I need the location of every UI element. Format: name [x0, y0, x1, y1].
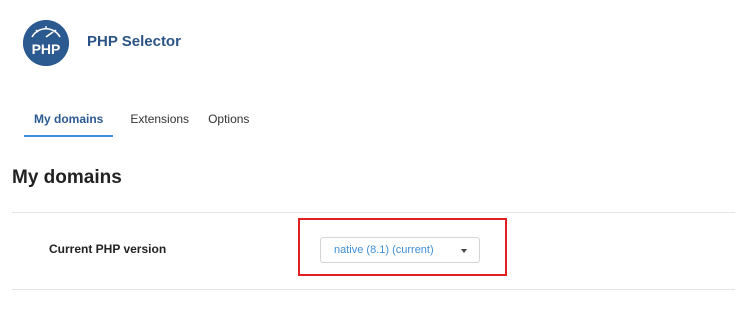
divider	[12, 289, 735, 290]
tab-my-domains[interactable]: My domains	[24, 103, 114, 137]
php-version-select-value: native (8.1) (current)	[334, 244, 434, 256]
caret-down-icon	[461, 249, 467, 253]
tab-bar: My domains Extensions Options	[24, 103, 268, 137]
php-version-label: Current PHP version	[49, 242, 167, 256]
app-title: PHP Selector	[87, 33, 181, 50]
tab-extensions[interactable]: Extensions	[130, 103, 189, 135]
section-title: My domains	[12, 167, 122, 188]
tab-options[interactable]: Options	[208, 103, 249, 135]
php-logo-icon: PHP	[23, 20, 69, 66]
divider	[12, 212, 735, 213]
logo-text: PHP	[32, 41, 61, 57]
php-selector-page: PHP PHP Selector My domains Extensions O…	[0, 0, 737, 314]
php-version-select[interactable]: native (8.1) (current)	[320, 237, 480, 263]
